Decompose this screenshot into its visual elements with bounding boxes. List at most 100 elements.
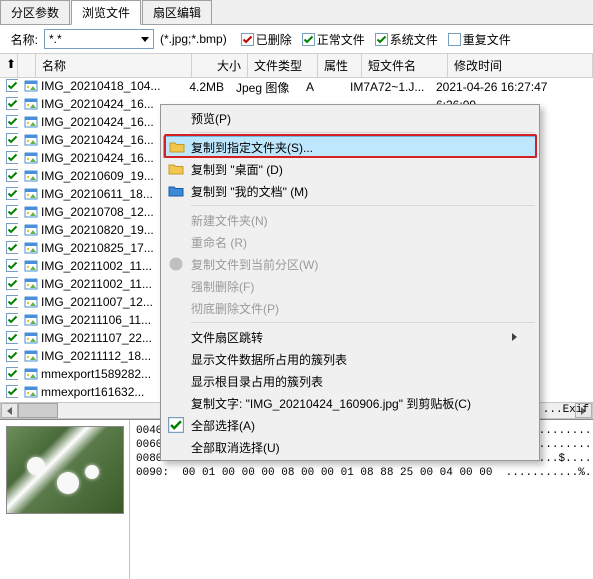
menu-separator [191, 205, 535, 206]
row-checkbox[interactable] [0, 259, 18, 275]
file-name: IMG_20211112_18... [41, 349, 151, 363]
image-icon: IMG_20210424_16... [24, 133, 154, 147]
menu-item[interactable]: 复制文字: "IMG_20210424_160906.jpg" 到剪贴板(C) [163, 392, 537, 414]
row-checkbox[interactable] [0, 277, 18, 293]
row-checkbox[interactable] [0, 385, 18, 401]
scroll-thumb[interactable] [18, 403, 58, 418]
menu-label: 显示文件数据所占用的簇列表 [191, 351, 517, 368]
row-checkbox[interactable] [0, 241, 18, 257]
folder-icon [168, 161, 184, 177]
row-checkbox[interactable] [0, 205, 18, 221]
folder-icon [169, 139, 185, 155]
row-checkbox[interactable] [0, 331, 18, 347]
row-checkbox[interactable] [0, 115, 18, 131]
col-name[interactable]: 名称 [36, 54, 192, 77]
name-filter-value: *.* [49, 32, 62, 46]
file-type: Jpeg 图像 [230, 79, 300, 96]
menu-label: 强制删除(F) [191, 278, 517, 295]
menu-label: 彻底删除文件(P) [191, 300, 517, 317]
file-name: IMG_20210424_16... [41, 97, 154, 111]
row-checkbox[interactable] [0, 349, 18, 365]
menu-item[interactable]: 预览(P) [163, 107, 537, 129]
file-name: IMG_20210825_17... [41, 241, 154, 255]
name-label: 名称: [8, 31, 38, 48]
file-short: IM7A72~1.J... [344, 80, 430, 94]
ext-hint: (*.jpg;*.bmp) [160, 32, 227, 46]
filter-check-2[interactable]: 系统文件 [375, 31, 438, 48]
row-checkbox[interactable] [0, 151, 18, 167]
menu-label: 文件扇区跳转 [191, 329, 512, 346]
row-checkbox[interactable] [0, 97, 18, 113]
menu-item[interactable]: 复制到 "我的文档" (M) [163, 180, 537, 202]
image-icon: IMG_20210820_19... [24, 223, 154, 237]
menu-label: 全部选择(A) [191, 417, 517, 434]
row-checkbox[interactable] [0, 169, 18, 185]
row-checkbox[interactable] [0, 79, 18, 95]
menu-label: 复制到指定文件夹(S)... [191, 139, 517, 156]
image-icon: IMG_20211002_11... [24, 277, 152, 291]
col-size[interactable]: 大小 [192, 54, 248, 77]
filter-check-0[interactable]: 已删除 [241, 31, 292, 48]
file-attr: A [300, 80, 344, 94]
filter-row: 名称: *.* (*.jpg;*.bmp) 已删除正常文件系统文件重复文件 [0, 25, 593, 53]
menu-label: 重命名 (R) [191, 234, 517, 251]
file-name: IMG_20210611_18... [41, 187, 153, 201]
row-checkbox[interactable] [0, 223, 18, 239]
menu-item: 彻底删除文件(P) [163, 297, 537, 319]
row-checkbox[interactable] [0, 295, 18, 311]
tab-sector[interactable]: 扇区编辑 [142, 0, 212, 24]
image-icon: IMG_20210609_19... [24, 169, 154, 183]
scroll-left-button[interactable] [1, 403, 18, 418]
image-icon: IMG_20210611_18... [24, 187, 153, 201]
col-attr[interactable]: 属性 [318, 54, 362, 77]
filter-check-1[interactable]: 正常文件 [302, 31, 365, 48]
file-name: IMG_20211106_11... [41, 313, 151, 327]
image-icon: IMG_20211107_22... [24, 331, 152, 345]
tab-browse[interactable]: 浏览文件 [71, 0, 141, 25]
up-button[interactable]: ⬆ [0, 54, 18, 77]
thumbnail-pane [0, 420, 130, 579]
file-name: IMG_20210609_19... [41, 169, 154, 183]
menu-item[interactable]: 复制到 "桌面" (D) [163, 158, 537, 180]
menu-item[interactable]: 全部选择(A) [163, 414, 537, 436]
table-row[interactable]: IMG_20210418_104...4.2MBJpeg 图像AIM7A72~1… [0, 78, 593, 96]
menu-item[interactable]: 显示文件数据所占用的簇列表 [163, 348, 537, 370]
grid-header: ⬆ 名称 大小 文件类型 属性 短文件名 修改时间 [0, 53, 593, 78]
menu-item: 新建文件夹(N) [163, 209, 537, 231]
image-icon: IMG_20210424_16... [24, 97, 154, 111]
image-icon: mmexport1589282... [24, 367, 151, 381]
name-filter-input[interactable]: *.* [44, 29, 154, 49]
col-time[interactable]: 修改时间 [448, 54, 593, 77]
tab-partition[interactable]: 分区参数 [0, 0, 70, 24]
row-checkbox[interactable] [0, 187, 18, 203]
menu-label: 新建文件夹(N) [191, 212, 517, 229]
filter-check-3[interactable]: 重复文件 [448, 31, 511, 48]
menu-label: 复制文件到当前分区(W) [191, 256, 517, 273]
file-name: IMG_20211007_12... [41, 295, 153, 309]
image-icon: IMG_20210424_16... [24, 115, 154, 129]
disk-icon [168, 256, 184, 272]
file-name: IMG_20211002_11... [41, 259, 152, 273]
image-icon: IMG_20211007_12... [24, 295, 153, 309]
row-checkbox[interactable] [0, 313, 18, 329]
tab-bar: 分区参数 浏览文件 扇区编辑 [0, 0, 593, 25]
menu-item[interactable]: 显示根目录占用的簇列表 [163, 370, 537, 392]
menu-label: 显示根目录占用的簇列表 [191, 373, 517, 390]
folder-blue-icon [168, 183, 184, 199]
menu-item[interactable]: 文件扇区跳转 [163, 326, 537, 348]
menu-item: 重命名 (R) [163, 231, 537, 253]
col-short[interactable]: 短文件名 [362, 54, 448, 77]
menu-item[interactable]: 复制到指定文件夹(S)... [163, 136, 537, 158]
menu-label: 复制文字: "IMG_20210424_160906.jpg" 到剪贴板(C) [191, 395, 517, 412]
file-name: mmexport1589282... [41, 367, 151, 381]
row-checkbox[interactable] [0, 133, 18, 149]
menu-label: 预览(P) [191, 110, 517, 127]
file-name: IMG_20211107_22... [41, 331, 152, 345]
file-size: 4.2MB [174, 80, 230, 94]
row-checkbox[interactable] [0, 367, 18, 383]
menu-label: 复制到 "我的文档" (M) [191, 183, 517, 200]
file-name: IMG_20210424_16... [41, 133, 154, 147]
menu-item[interactable]: 全部取消选择(U) [163, 436, 537, 458]
col-type[interactable]: 文件类型 [248, 54, 318, 77]
image-icon: IMG_20211112_18... [24, 349, 151, 363]
